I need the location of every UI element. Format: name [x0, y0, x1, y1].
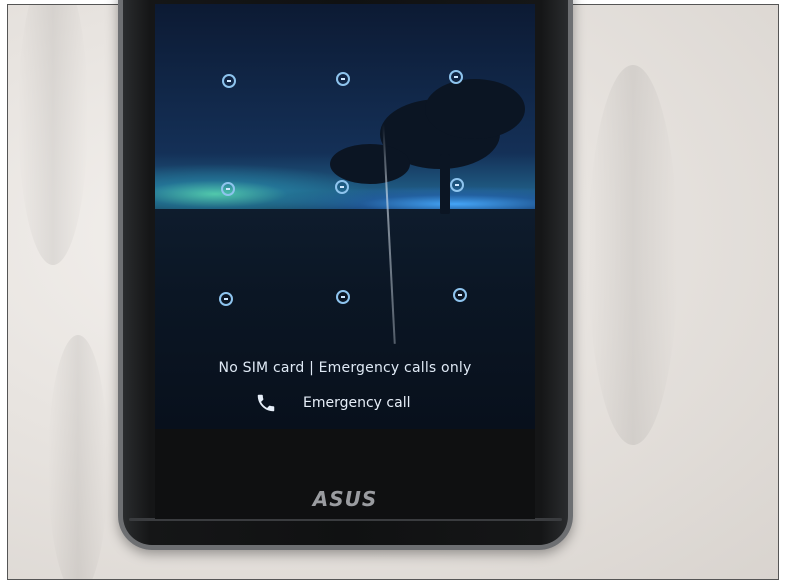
emergency-call-label: Emergency call — [303, 395, 411, 411]
cloth-fold — [18, 5, 88, 265]
pattern-dot[interactable] — [221, 182, 235, 196]
pattern-dot[interactable] — [449, 70, 463, 84]
pattern-dot[interactable] — [222, 74, 236, 88]
pattern-dot[interactable] — [453, 288, 467, 302]
pattern-dot[interactable] — [335, 180, 349, 194]
sim-status-text: No SIM card | Emergency calls only — [218, 360, 472, 376]
pattern-dot[interactable] — [336, 290, 350, 304]
pattern-dot[interactable] — [219, 292, 233, 306]
emergency-call-button[interactable]: Emergency call — [255, 390, 410, 416]
wallpaper-tree — [425, 79, 525, 139]
phone-icon — [257, 394, 275, 412]
wallpaper-tree-trunk — [440, 154, 450, 214]
pattern-dot[interactable] — [336, 72, 350, 86]
pattern-dot[interactable] — [450, 178, 464, 192]
cloth-fold — [588, 65, 678, 445]
wallpaper-tree — [330, 144, 410, 184]
cloth-fold — [48, 335, 108, 579]
brand-logo: ASUS — [312, 487, 378, 511]
lock-screen: No SIM card | Emergency calls only Emerg… — [155, 4, 535, 429]
